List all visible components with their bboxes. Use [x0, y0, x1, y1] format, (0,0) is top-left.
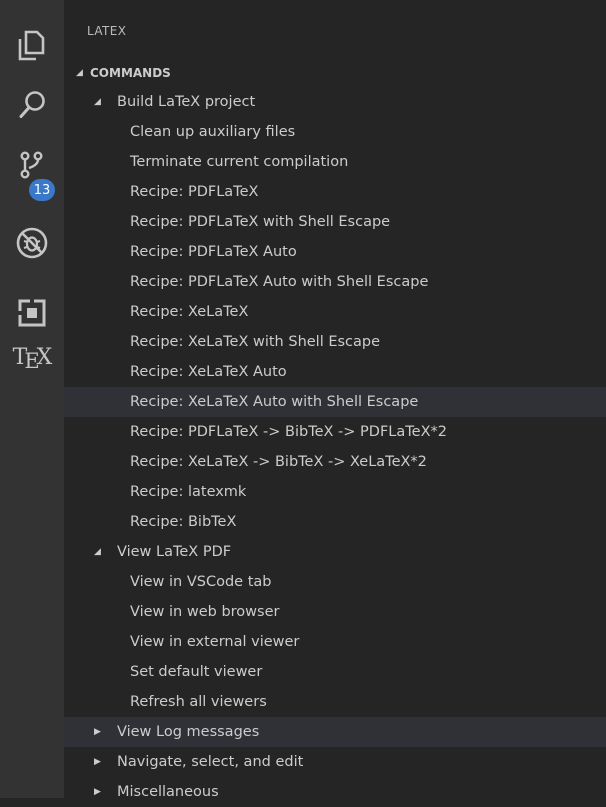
section-commands[interactable]: ◢ COMMANDS: [64, 62, 606, 84]
tree-item[interactable]: Recipe: PDFLaTeX Auto with Shell Escape: [64, 267, 606, 297]
debug-icon[interactable]: [0, 213, 64, 273]
tree-item[interactable]: Set default viewer: [64, 657, 606, 687]
commands-tree: ◢ Build LaTeX project Clean up auxiliary…: [64, 87, 606, 807]
tree-item[interactable]: Recipe: XeLaTeX -> BibTeX -> XeLaTeX*2: [64, 447, 606, 477]
tree-item-label: Recipe: BibTeX: [130, 514, 237, 530]
tree-item[interactable]: Recipe: PDFLaTeX Auto: [64, 237, 606, 267]
collapsed-chevron-icon: ▶: [94, 727, 101, 737]
tree-item-label: Clean up auxiliary files: [130, 124, 296, 140]
tree-item-label: View in VSCode tab: [130, 574, 272, 590]
tree-item-label: Recipe: PDFLaTeX with Shell Escape: [130, 214, 391, 230]
tree-item-label: Recipe: latexmk: [130, 484, 247, 500]
tree-item-label: Recipe: XeLaTeX -> BibTeX -> XeLaTeX*2: [130, 454, 427, 470]
tree-item[interactable]: View in external viewer: [64, 627, 606, 657]
vscode-window: 13 TEX LATEX ◢ COMMANDS ◢ Build LaTeX pr…: [0, 0, 606, 800]
tree-item[interactable]: Recipe: XeLaTeX with Shell Escape: [64, 327, 606, 357]
tree-group-log-messages[interactable]: ▶ View Log messages: [64, 717, 606, 747]
tree-item[interactable]: Recipe: latexmk: [64, 477, 606, 507]
tree-item-label: Recipe: XeLaTeX: [130, 304, 249, 320]
tex-icon-e: E: [24, 348, 39, 373]
expanded-chevron-icon: ◢: [94, 97, 101, 107]
expanded-chevron-icon: ◢: [94, 547, 101, 557]
tree-item-label: View in web browser: [130, 604, 280, 620]
tree-item-label: Recipe: PDFLaTeX Auto: [130, 244, 297, 260]
tree-item[interactable]: Refresh all viewers: [64, 687, 606, 717]
tree-item-label: Recipe: XeLaTeX Auto: [130, 364, 287, 380]
tree-item[interactable]: View in VSCode tab: [64, 567, 606, 597]
tree-group-label: Build LaTeX project: [117, 94, 256, 110]
tree-item-label: Terminate current compilation: [130, 154, 349, 170]
tex-icon[interactable]: TEX: [0, 327, 64, 387]
source-control-badge: 13: [29, 179, 55, 201]
section-chevron-down-icon: ◢: [76, 68, 83, 78]
tree-item-label: Recipe: PDFLaTeX Auto with Shell Escape: [130, 274, 429, 290]
tree-group-miscellaneous[interactable]: ▶ Miscellaneous: [64, 777, 606, 807]
tree-group-label: View LaTeX PDF: [117, 544, 232, 560]
tree-item-label: View in external viewer: [130, 634, 300, 650]
tree-item[interactable]: Clean up auxiliary files: [64, 117, 606, 147]
tree-item-label: Recipe: PDFLaTeX: [130, 184, 259, 200]
tree-item[interactable]: View in web browser: [64, 597, 606, 627]
explorer-icon[interactable]: [0, 15, 64, 75]
tree-item[interactable]: Recipe: PDFLaTeX -> BibTeX -> PDFLaTeX*2: [64, 417, 606, 447]
activity-bar: 13 TEX: [0, 0, 64, 798]
search-icon[interactable]: [0, 75, 64, 135]
tree-item[interactable]: Terminate current compilation: [64, 147, 606, 177]
tree-item-label: Refresh all viewers: [130, 694, 267, 710]
tree-item[interactable]: Recipe: PDFLaTeX: [64, 177, 606, 207]
tree-group-label: View Log messages: [117, 724, 260, 740]
tree-item-hovered[interactable]: Recipe: XeLaTeX Auto with Shell Escape: [64, 387, 606, 417]
tree-item[interactable]: Recipe: BibTeX: [64, 507, 606, 537]
latex-sidebar: LATEX ◢ COMMANDS ◢ Build LaTeX project C…: [64, 0, 606, 800]
tree-item[interactable]: Recipe: PDFLaTeX with Shell Escape: [64, 207, 606, 237]
tree-item[interactable]: Recipe: XeLaTeX Auto: [64, 357, 606, 387]
tree-item-label: Recipe: XeLaTeX Auto with Shell Escape: [130, 394, 419, 410]
collapsed-chevron-icon: ▶: [94, 757, 101, 767]
tree-item-label: Recipe: PDFLaTeX -> BibTeX -> PDFLaTeX*2: [130, 424, 447, 440]
tree-group-build[interactable]: ◢ Build LaTeX project: [64, 87, 606, 117]
tree-group-view-pdf[interactable]: ◢ View LaTeX PDF: [64, 537, 606, 567]
view-title: LATEX: [87, 24, 127, 38]
tree-item-label: Recipe: XeLaTeX with Shell Escape: [130, 334, 381, 350]
collapsed-chevron-icon: ▶: [94, 787, 101, 797]
tree-group-navigate[interactable]: ▶ Navigate, select, and edit: [64, 747, 606, 777]
tree-item[interactable]: Recipe: XeLaTeX: [64, 297, 606, 327]
tree-group-label: Navigate, select, and edit: [117, 754, 304, 770]
tree-item-label: Set default viewer: [130, 664, 263, 680]
section-label: COMMANDS: [90, 66, 171, 80]
